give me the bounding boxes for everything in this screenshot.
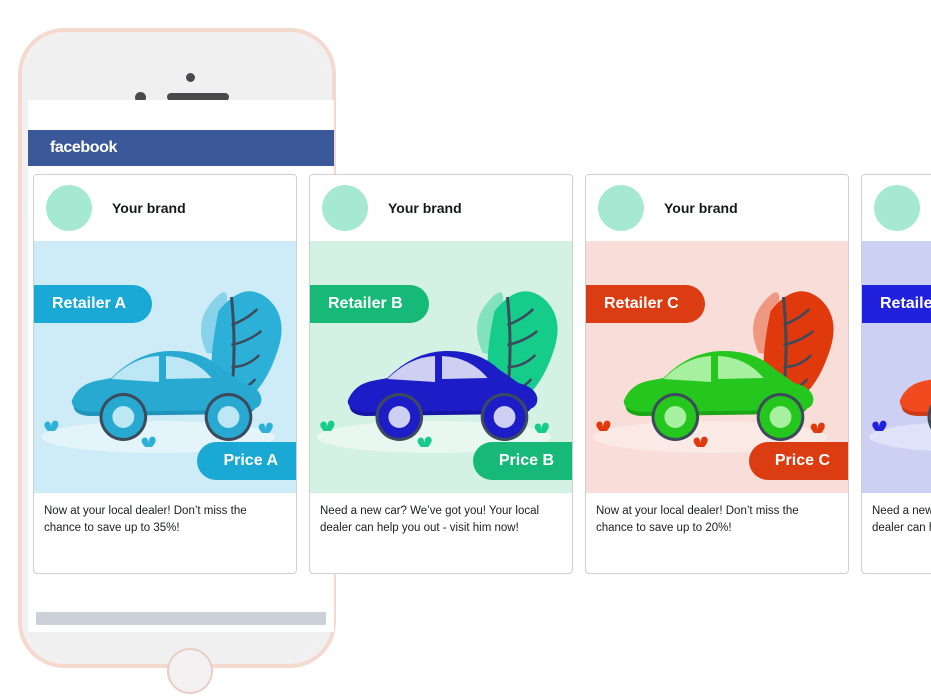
car-illustration-icon: [862, 241, 931, 493]
feed-scrollbar[interactable]: [36, 612, 326, 625]
retailer-pill[interactable]: Retailer A: [34, 285, 153, 323]
front-camera-icon: [186, 73, 195, 82]
price-pill[interactable]: Price B: [472, 442, 572, 480]
card-header: Your brand: [310, 175, 572, 241]
retailer-label: Retailer B: [328, 295, 403, 312]
facebook-app-bar: facebook: [28, 130, 334, 166]
facebook-logo-text: facebook: [50, 139, 118, 156]
brand-name: Your brand: [388, 200, 462, 216]
card-caption: Need a new car? We’ve got you! Your loca…: [872, 505, 931, 534]
avatar: [46, 185, 92, 231]
ad-card[interactable]: Your brand: [861, 174, 931, 574]
card-caption: Now at your local dealer! Don’t miss the…: [44, 505, 247, 534]
ad-carousel[interactable]: Your brand Retailer A Price A Now at you…: [33, 174, 931, 574]
price-label: Price B: [498, 452, 554, 469]
price-label: Price A: [223, 452, 278, 469]
card-visual: Retailer A Price A: [34, 241, 296, 493]
retailer-pill[interactable]: Retailer D: [862, 285, 931, 323]
card-caption: Now at your local dealer! Don’t miss the…: [596, 505, 799, 534]
avatar: [322, 185, 368, 231]
card-visual: Retailer D Price D: [862, 241, 931, 493]
retailer-label: Retailer D: [880, 295, 931, 312]
ad-card[interactable]: Your brand: [585, 174, 849, 574]
retailer-label: Retailer C: [604, 295, 679, 312]
retailer-pill[interactable]: Retailer C: [586, 285, 705, 323]
ad-card[interactable]: Your brand: [33, 174, 297, 574]
brand-name: Your brand: [112, 200, 186, 216]
price-pill[interactable]: Price C: [748, 442, 848, 480]
avatar: [598, 185, 644, 231]
retailer-label: Retailer A: [52, 295, 127, 312]
retailer-pill[interactable]: Retailer B: [310, 285, 429, 323]
brand-name: Your brand: [664, 200, 738, 216]
card-caption: Need a new car? We’ve got you! Your loca…: [320, 505, 540, 534]
avatar: [874, 185, 920, 231]
card-header: Your brand: [34, 175, 296, 241]
card-visual: Retailer C Price C: [586, 241, 848, 493]
card-header: Your brand: [862, 175, 931, 241]
card-visual: Retailer B Price B: [310, 241, 572, 493]
home-button[interactable]: [167, 648, 213, 694]
price-label: Price C: [774, 452, 830, 469]
ad-card[interactable]: Your brand: [309, 174, 573, 574]
card-header: Your brand: [586, 175, 848, 241]
price-pill[interactable]: Price A: [197, 442, 296, 480]
